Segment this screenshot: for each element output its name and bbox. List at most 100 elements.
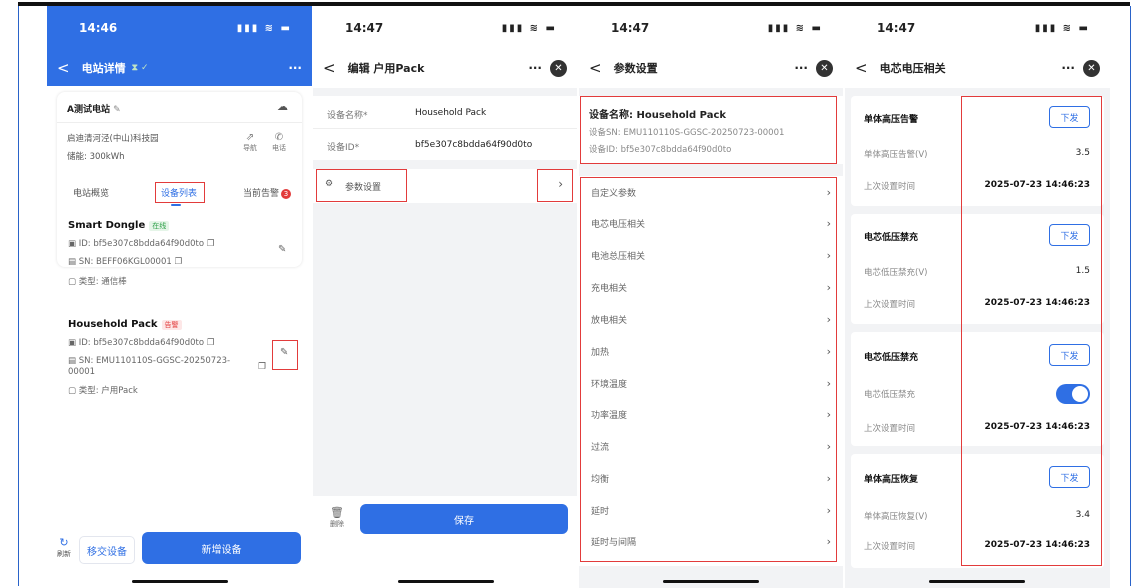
more-button[interactable]: ···: [794, 61, 808, 75]
header: 14:47 ▮▮▮ ≋ ▬ < 参数设置 ··· ✕: [579, 6, 843, 88]
tab-underline: [171, 204, 181, 206]
highlight-chevron: [537, 169, 573, 202]
edit-device-icon[interactable]: ✎: [278, 244, 286, 255]
home-indicator: [663, 580, 759, 583]
last-set-label: 上次设置时间: [864, 182, 916, 192]
nav-bar: < 电站详情 ⧗ ✓ ···: [47, 50, 312, 86]
highlight-edit-device: [272, 340, 298, 370]
highlight-device-tab: [155, 182, 205, 203]
close-icon[interactable]: ✕: [816, 59, 833, 77]
more-button[interactable]: ···: [528, 61, 542, 75]
refresh-icon: ↻: [59, 536, 69, 549]
status-badge: 在线: [149, 221, 170, 231]
device-name: Smart Dongle 在线: [68, 220, 170, 231]
back-icon[interactable]: <: [855, 59, 868, 77]
copy-icon[interactable]: ❐: [258, 362, 266, 372]
card-title: 电芯低压禁充: [864, 353, 919, 363]
navigate-icon: ⇗: [245, 132, 255, 143]
field-label: 设备名称*: [327, 111, 368, 121]
status-bar: 14:47 ▮▮▮ ≋ ▬: [579, 6, 843, 50]
bottom-bar: 🗑 删除 保存: [313, 496, 577, 588]
device-id: ▣ ID: bf5e307c8bdda64f90d0to ❐: [68, 239, 215, 249]
device-sn: ▤ SN: EMU110110S-GGSC-20250723-00001: [68, 356, 231, 377]
param-label: 电芯低压禁充(V): [864, 268, 928, 278]
outline-left: [18, 6, 19, 586]
status-icons: ▮▮▮ ≋ ▬: [1034, 22, 1090, 34]
header: 14:47 ▮▮▮ ≋ ▬ < 编辑 户用Pack ··· ✕: [313, 6, 577, 88]
card-title: 单体高压恢复: [864, 475, 919, 485]
close-icon[interactable]: ✕: [550, 59, 567, 77]
highlight-param-settings: [316, 169, 407, 202]
phone-icon: ✆: [274, 132, 284, 143]
nav-bar: < 编辑 户用Pack ··· ✕: [313, 50, 577, 86]
status-time: 14:47: [345, 21, 384, 35]
cell-voltage-screen: 14:47 ▮▮▮ ≋ ▬ < 电芯电压相关 ··· ✕ 单体高压告警 下发 单体…: [845, 6, 1110, 588]
call-button[interactable]: ✆ 电话: [272, 132, 286, 153]
status-bar: 14:47 ▮▮▮ ≋ ▬: [845, 6, 1110, 50]
tab-overview[interactable]: 电站概览: [73, 186, 109, 199]
screenshot-frame: 14:46 ▮▮▮ ≋ ▬ < 电站详情 ⧗ ✓ ··· A测试电站 ✎ ☁ 启…: [0, 0, 1134, 588]
highlight-device-info: [580, 96, 837, 164]
status-bar: 14:47 ▮▮▮ ≋ ▬: [313, 6, 577, 50]
tab-alarms[interactable]: 当前告警 3: [243, 186, 292, 199]
field-label: 设备ID*: [327, 143, 360, 153]
status-time: 14:47: [611, 21, 650, 35]
back-icon[interactable]: <: [57, 59, 70, 77]
last-set-label: 上次设置时间: [864, 542, 916, 552]
device-id: ▣ ID: bf5e307c8bdda64f90d0to ❐: [68, 338, 215, 348]
save-button[interactable]: 保存: [360, 504, 568, 534]
home-indicator: [132, 580, 228, 583]
header: 14:47 ▮▮▮ ≋ ▬ < 电芯电压相关 ··· ✕: [845, 6, 1110, 88]
more-button[interactable]: ···: [288, 61, 302, 75]
back-icon[interactable]: <: [323, 59, 336, 77]
edit-icon[interactable]: ✎: [113, 105, 121, 115]
refresh-button[interactable]: ↻ 刷新: [57, 536, 71, 559]
station-name: A测试电站 ✎: [67, 105, 121, 115]
highlight-param-list: [580, 177, 837, 562]
status-time: 14:47: [877, 21, 916, 35]
trash-icon: 🗑: [330, 506, 344, 519]
device-id-input[interactable]: bf5e307c8bdda64f90d0to: [415, 140, 532, 150]
page-title: 电芯电压相关: [879, 62, 946, 75]
station-detail-screen: 14:46 ▮▮▮ ≋ ▬ < 电站详情 ⧗ ✓ ··· A测试电站 ✎ ☁ 启…: [47, 6, 312, 588]
back-icon[interactable]: <: [589, 59, 602, 77]
add-device-button[interactable]: 新增设备: [142, 532, 301, 564]
station-address: 启迪清河泾(中山)科技园: [67, 134, 159, 144]
nav-bar: < 参数设置 ··· ✕: [579, 50, 843, 86]
param-label: 电芯低压禁充: [864, 390, 916, 400]
device-name: Household Pack 告警: [68, 319, 182, 330]
status-icons: ▮▮▮ ≋ ▬: [501, 22, 557, 34]
param-label: 单体高压恢复(V): [864, 512, 928, 522]
more-button[interactable]: ···: [1061, 61, 1075, 75]
device-type: ▢ 类型: 户用Pack: [68, 386, 138, 396]
station-header: 14:46 ▮▮▮ ≋ ▬ < 电站详情 ⧗ ✓ ···: [47, 6, 312, 86]
close-icon[interactable]: ✕: [1083, 59, 1100, 77]
param-label: 单体高压告警(V): [864, 150, 928, 160]
edit-pack-screen: 14:47 ▮▮▮ ≋ ▬ < 编辑 户用Pack ··· ✕ 设备名称* Hou…: [313, 6, 577, 588]
bottom-bar: ↻ 刷新 移交设备 新增设备: [47, 532, 312, 566]
cloud-icon: ☁: [277, 100, 288, 113]
card-title: 电芯低压禁充: [864, 233, 919, 243]
param-settings-screen: 14:47 ▮▮▮ ≋ ▬ < 参数设置 ··· ✕ 设备名称: Househol…: [579, 6, 843, 588]
card-title: 单体高压告警: [864, 115, 919, 125]
last-set-label: 上次设置时间: [864, 424, 916, 434]
home-indicator: [929, 580, 1025, 583]
status-time: 14:46: [79, 21, 118, 35]
highlight-values-column: [961, 96, 1102, 566]
station-capacity: 储能: 300kWh: [67, 152, 125, 162]
status-badge: 告警: [161, 320, 182, 330]
page-title: 编辑 户用Pack: [347, 62, 425, 75]
status-icons: ▮▮▮ ≋ ▬: [236, 22, 292, 34]
home-indicator: [398, 580, 494, 583]
delete-button[interactable]: 🗑 删除: [330, 506, 344, 529]
transfer-device-button[interactable]: 移交设备: [79, 536, 135, 564]
device-type: ▢ 类型: 通信棒: [68, 277, 127, 287]
device-form: 设备名称* Household Pack 设备ID* bf5e307c8bdda…: [313, 96, 577, 160]
outline-right: [1130, 6, 1131, 586]
last-set-label: 上次设置时间: [864, 300, 916, 310]
device-name-input[interactable]: Household Pack: [415, 108, 486, 118]
alarm-count-badge: 3: [281, 189, 292, 199]
page-title: 电站详情: [81, 62, 126, 75]
page-title: 参数设置: [613, 62, 658, 75]
navigate-button[interactable]: ⇗ 导航: [243, 132, 257, 153]
